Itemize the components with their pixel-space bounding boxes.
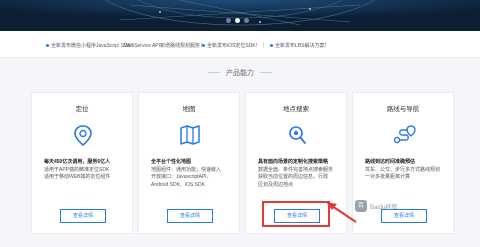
watermark-logo-icon: 百 [355,200,367,212]
card-description: 全平台个性化地图 地图组件：通用功能，快速嵌入 开放接口：JavascriptA… [151,159,235,189]
view-details-button[interactable]: 查看详情 [381,209,427,223]
news-text: WebService API新增路线规划服务！ [124,43,206,49]
card-desc-highlight: 路线到达时间准确预估 [365,159,416,165]
red-arrow-icon [326,202,357,223]
carousel-dots [226,18,249,23]
news-divider [263,42,264,48]
card-desc-highlight: 每天450亿次调用，服务6亿人 [44,159,111,165]
watermark-text: Baidu经验 [370,205,398,211]
carousel-dot-active[interactable] [235,18,240,23]
folded-map-icon [180,125,200,145]
search-pin-icon [289,126,306,144]
bullet-icon [46,44,49,47]
product-card-route-navigation: 路线与导航 路线到达时间准确预估 驾车、公交、步行多方式路线规划 一对多批量距离… [352,92,454,234]
news-link[interactable]: 全新发布微信小程序JavaScript SDK！ [46,42,136,49]
news-divider [118,42,119,48]
card-desc-line: 获取当前位置的周边信息，行政 [258,174,329,180]
section-header: 产品能力 [0,66,480,78]
card-desc-line: 区划及周边地点 [258,181,294,188]
product-card-map: 地图 全平台个性化地图 地图组件：通用功能，快速嵌入 开放接口：Javascri… [138,92,240,234]
card-desc-line: 数据全面、条件完善地点搜索服务 [258,166,334,173]
card-title: 路线与导航 [386,106,420,113]
card-title: 地点搜索 [283,106,309,113]
card-desc-line: 地图组件：通用功能，快速嵌入 [151,166,222,173]
card-desc-line: Android SDK、iOS SDK [151,181,205,188]
card-desc-line: 适用于移动WEB端的定位组件 [44,174,111,180]
view-details-button[interactable]: 查看详情 [60,209,106,223]
news-link[interactable]: 全新发布iOS定位SDK！ [202,42,261,49]
title-line-right [260,72,272,73]
card-desc-line: 开放接口：JavascriptAPI、 [151,174,212,180]
product-card-location: 定位 每天450亿次调用，服务6亿人 适用于APP端的精准定位SDK 适用于移动… [31,92,133,234]
bullet-icon [202,44,205,47]
card-title: 地图 [182,106,196,113]
card-description: 路线到达时间准确预估 驾车、公交、步行多方式路线规划 一对多批量距离计算 [365,159,449,182]
card-title: 定位 [75,106,89,113]
card-desc-line: 一对多批量距离计算 [365,174,411,180]
news-bar: 全新发布微信小程序JavaScript SDK！ WebService API新… [0,31,480,58]
news-divider [195,42,196,48]
globe-graphic [0,0,480,31]
news-link[interactable]: WebService API新增路线规划服务！ [124,42,205,49]
card-desc-line: 适用于APP端的精准定位SDK [44,166,110,173]
news-link[interactable]: 全新发布LBS解决方案！ [270,42,329,49]
carousel-dot[interactable] [244,18,249,23]
location-pin-icon [74,125,92,146]
news-text: 全新发布LBS解决方案！ [275,43,330,49]
carousel-dot[interactable] [226,18,231,23]
card-description: 每天450亿次调用，服务6亿人 适用于APP端的精准定位SDK 适用于移动WEB… [44,159,128,182]
news-text: 全新发布iOS定位SDK！ [207,43,261,49]
card-desc-line: 驾车、公交、步行多方式路线规划 [365,166,441,173]
route-navigation-icon [393,125,416,144]
view-details-button[interactable]: 查看详情 [167,209,213,223]
card-desc-highlight: 全平台个性化地图 [151,159,192,165]
card-desc-highlight: 具有面向场景的定制化搜索策略 [258,159,329,165]
hero-banner [0,0,480,31]
card-description: 具有面向场景的定制化搜索策略 数据全面、条件完善地点搜索服务 获取当前位置的周边… [258,159,342,189]
section-title: 产品能力 [226,70,254,77]
bullet-icon [270,44,273,47]
